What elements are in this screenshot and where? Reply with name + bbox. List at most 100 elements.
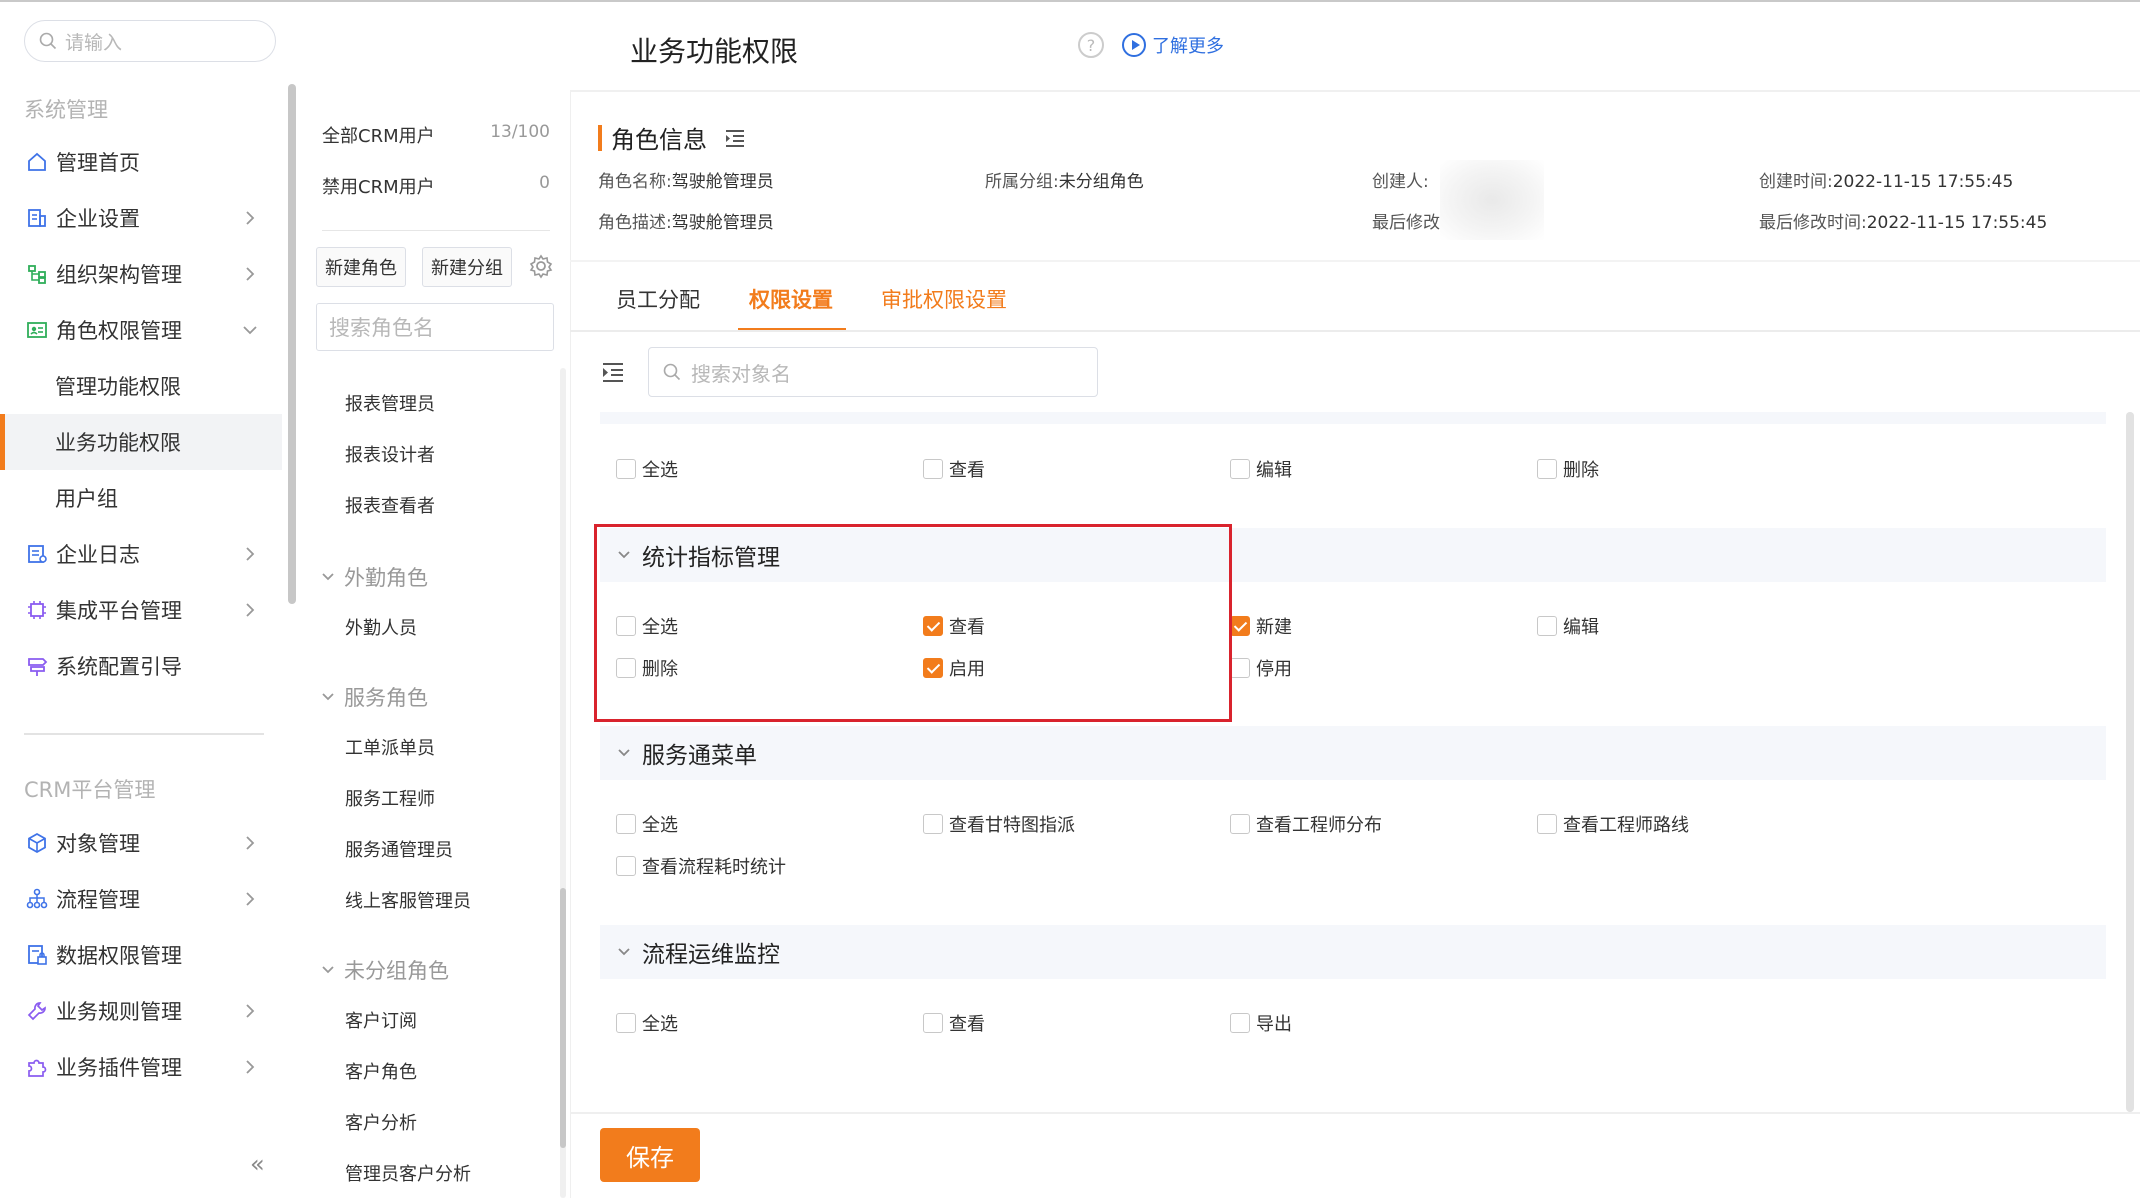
footer-divider [570, 1112, 2140, 1114]
checkbox-label: 导出 [1256, 1014, 1292, 1035]
checkbox-select-all[interactable]: 全选 [616, 456, 678, 482]
new-role-button[interactable]: 新建角色 [316, 247, 406, 287]
tab-permission-settings[interactable]: 权限设置 [749, 284, 833, 314]
role-item[interactable]: 客户角色 [345, 1058, 417, 1084]
checkbox-edit[interactable]: 编辑 [1537, 613, 1599, 639]
role-item[interactable]: 报表设计者 [345, 441, 435, 467]
nav-item-user-groups[interactable]: 用户组 [0, 470, 282, 526]
save-button[interactable]: 保存 [600, 1128, 700, 1182]
nav-item-object-management[interactable]: 对象管理 [0, 815, 282, 871]
role-item[interactable]: 线上客服管理员 [345, 887, 471, 913]
object-search-input[interactable]: 搜索对象名 [648, 347, 1098, 397]
collapse-all-icon[interactable] [600, 360, 626, 384]
nav-item-label: 集成平台管理 [56, 599, 182, 623]
checkbox-box[interactable] [1537, 616, 1557, 636]
nav-item-business-plugins[interactable]: 业务插件管理 [0, 1039, 282, 1095]
nav-item-admin-function-permissions[interactable]: 管理功能权限 [0, 358, 282, 414]
cube-icon [24, 830, 50, 856]
role-item[interactable]: 客户分析 [345, 1109, 417, 1135]
role-item[interactable]: 管理员客户分析 [345, 1160, 471, 1186]
checkbox-select-all[interactable]: 全选 [616, 811, 678, 837]
checkbox-box[interactable] [923, 1013, 943, 1033]
nav-item-admin-home[interactable]: 管理首页 [0, 134, 282, 190]
checkbox-view[interactable]: 查看 [923, 1010, 985, 1036]
nav-item-enterprise-log[interactable]: 企业日志 [0, 526, 282, 582]
checkbox-select-all[interactable]: 全选 [616, 1010, 678, 1036]
gear-icon[interactable] [528, 253, 554, 279]
home-icon [24, 149, 50, 175]
all-users-count: 13/100 [490, 122, 550, 142]
redacted-area [1440, 160, 1544, 240]
role-group-header[interactable]: 未分组角色 [320, 955, 449, 985]
tab-employee-assignment[interactable]: 员工分配 [616, 284, 700, 314]
nav-search-input[interactable]: 请输入 [24, 20, 276, 62]
nav-item-business-rules[interactable]: 业务规则管理 [0, 983, 282, 1039]
role-item[interactable]: 报表查看者 [345, 492, 435, 518]
created-time-field: 创建时间:2022-11-15 17:55:45 [1759, 167, 2013, 192]
nav-item-label: 组织架构管理 [56, 263, 182, 287]
checkbox-label: 编辑 [1256, 460, 1292, 481]
checkbox-edit[interactable]: 编辑 [1230, 456, 1292, 482]
checkbox-box[interactable] [616, 1013, 636, 1033]
collapse-list-icon[interactable] [723, 126, 747, 150]
checkbox-box[interactable] [923, 459, 943, 479]
checkbox-box[interactable] [616, 459, 636, 479]
checkbox-view[interactable]: 查看 [923, 456, 985, 482]
disabled-crm-users-item[interactable]: 禁用CRM用户 0 [322, 173, 550, 199]
nav-item-label: 业务插件管理 [56, 1056, 182, 1080]
role-item[interactable]: 客户订阅 [345, 1007, 417, 1033]
checkbox-box[interactable] [1230, 814, 1250, 834]
nav-item-config-guide[interactable]: 系统配置引导 [0, 638, 282, 694]
role-item[interactable]: 报表管理员 [345, 390, 435, 416]
nav-item-data-permissions[interactable]: 数据权限管理 [0, 927, 282, 983]
section-header-process-monitoring[interactable]: 流程运维监控 [600, 925, 2106, 979]
section-header-service-menu[interactable]: 服务通菜单 [600, 726, 2106, 780]
nav-item-org-structure[interactable]: 组织架构管理 [0, 246, 282, 302]
checkbox-box[interactable] [1537, 459, 1557, 479]
checkbox-gantt-assign[interactable]: 查看甘特图指派 [923, 811, 1075, 837]
checkbox-box[interactable] [1230, 459, 1250, 479]
org-tree-icon [24, 261, 50, 287]
new-group-button[interactable]: 新建分组 [422, 247, 512, 287]
nav-scrollbar[interactable] [288, 84, 296, 604]
checkbox-box-checked[interactable] [1230, 616, 1250, 636]
permission-scrollbar[interactable] [2126, 412, 2134, 1112]
collapse-sidebar-button[interactable]: « [250, 1150, 265, 1178]
nav-item-label: 管理功能权限 [55, 375, 181, 399]
checkbox-engineer-distribution[interactable]: 查看工程师分布 [1230, 811, 1382, 837]
role-group-header[interactable]: 服务角色 [320, 682, 428, 712]
checkbox-process-time-stats[interactable]: 查看流程耗时统计 [616, 853, 786, 879]
checkbox-box[interactable] [1230, 1013, 1250, 1033]
checkbox-box[interactable] [616, 856, 636, 876]
checkbox-box[interactable] [923, 814, 943, 834]
nav-item-role-permissions[interactable]: 角色权限管理 [0, 302, 282, 358]
role-item[interactable]: 服务工程师 [345, 785, 435, 811]
checkbox-box[interactable] [1537, 814, 1557, 834]
checkbox-create[interactable]: 新建 [1230, 613, 1292, 639]
role-search-input[interactable]: 搜索角色名 [316, 303, 554, 351]
learn-more-link[interactable]: 了解更多 [1122, 32, 1224, 58]
checkbox-box[interactable] [1230, 658, 1250, 678]
nav-item-enterprise-settings[interactable]: 企业设置 [0, 190, 282, 246]
scrollbar-thumb[interactable] [560, 888, 566, 1148]
help-icon[interactable]: ? [1078, 32, 1104, 58]
chevron-down-icon [618, 749, 630, 757]
all-crm-users-item[interactable]: 全部CRM用户 13/100 [322, 122, 550, 148]
nav-item-integration-platform[interactable]: 集成平台管理 [0, 582, 282, 638]
nav-item-process-management[interactable]: 流程管理 [0, 871, 282, 927]
nav-item-label: 系统配置引导 [56, 655, 182, 679]
role-list-scrollbar[interactable] [560, 368, 566, 1198]
checkbox-delete[interactable]: 删除 [1537, 456, 1599, 482]
nav-item-business-function-permissions[interactable]: 业务功能权限 [0, 414, 282, 470]
tab-approval-permission-settings[interactable]: 审批权限设置 [881, 284, 1007, 314]
checkbox-export[interactable]: 导出 [1230, 1010, 1292, 1036]
disabled-users-label: 禁用CRM用户 [322, 177, 435, 198]
role-item[interactable]: 工单派单员 [345, 734, 435, 760]
scrollbar-thumb[interactable] [2126, 412, 2134, 1112]
role-item[interactable]: 外勤人员 [345, 614, 417, 640]
role-item[interactable]: 服务通管理员 [345, 836, 453, 862]
checkbox-disable[interactable]: 停用 [1230, 655, 1292, 681]
role-group-header[interactable]: 外勤角色 [320, 562, 428, 592]
checkbox-engineer-route[interactable]: 查看工程师路线 [1537, 811, 1689, 837]
checkbox-box[interactable] [616, 814, 636, 834]
